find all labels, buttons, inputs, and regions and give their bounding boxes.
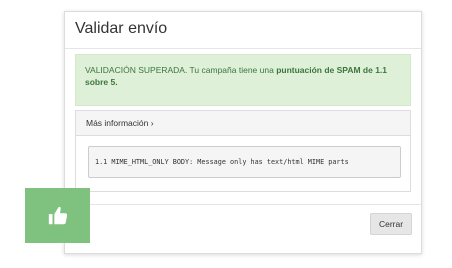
spam-rule-code: 1.1 MIME_HTML_ONLY BODY: Message only ha… <box>88 146 401 178</box>
more-info-toggle[interactable]: Más información › <box>76 111 410 136</box>
modal-header: Validar envío <box>65 12 421 49</box>
modal-title: Validar envío <box>75 20 168 37</box>
alert-text: VALIDACIÓN SUPERADA. Tu campaña tiene un… <box>85 65 277 75</box>
details-panel: Más información › 1.1 MIME_HTML_ONLY BOD… <box>75 110 411 192</box>
close-button[interactable]: Cerrar <box>370 213 412 235</box>
success-alert: VALIDACIÓN SUPERADA. Tu campaña tiene un… <box>75 54 411 106</box>
thumbs-up-icon <box>48 206 67 224</box>
thumbs-up-badge <box>25 188 90 243</box>
validation-modal: Validar envío VALIDACIÓN SUPERADA. Tu ca… <box>64 11 422 254</box>
modal-footer: Cerrar <box>65 204 421 253</box>
